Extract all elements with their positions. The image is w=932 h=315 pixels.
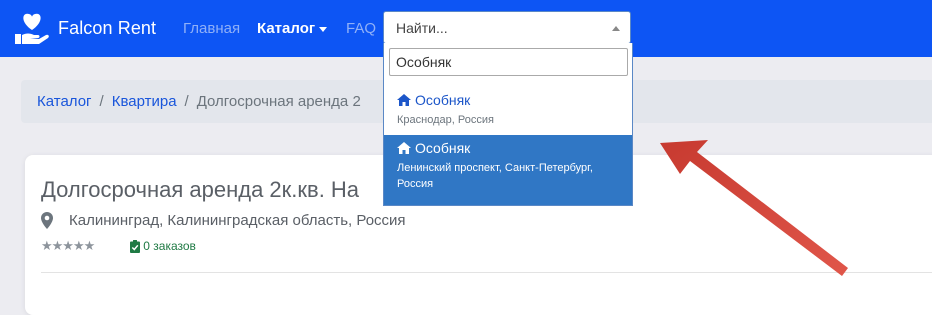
- breadcrumb-item-apartment[interactable]: Квартира: [112, 93, 177, 110]
- home-icon: [397, 94, 411, 106]
- result-title: Особняк: [397, 92, 632, 108]
- brand-name: Falcon Rent: [58, 17, 157, 38]
- result-title: Особняк: [397, 140, 632, 156]
- result-subtitle: Ленинский проспект, Санкт-Петербург, Рос…: [397, 162, 593, 190]
- brand[interactable]: Falcon Rent: [12, 8, 156, 48]
- nav-link-faq[interactable]: FAQ: [346, 20, 376, 37]
- breadcrumb-item-catalog[interactable]: Каталог: [37, 93, 92, 110]
- search-result-item-highlighted[interactable]: Особняк Ленинский проспект, Санкт-Петерб…: [384, 135, 632, 205]
- star-rating: ★★★★★: [41, 238, 95, 253]
- search-select[interactable]: Найти...: [383, 11, 631, 44]
- result-subtitle: Краснодар, Россия: [397, 114, 494, 126]
- search-result-item[interactable]: Особняк Краснодар, Россия: [384, 87, 632, 135]
- breadcrumb-separator: /: [184, 93, 189, 110]
- orders-count: 0 заказов: [130, 239, 196, 253]
- map-pin-icon: [41, 212, 53, 229]
- caret-down-icon: [319, 26, 328, 32]
- nav-link-home[interactable]: Главная: [183, 20, 240, 37]
- result-title-text: Особняк: [415, 140, 471, 156]
- result-title-text: Особняк: [415, 92, 471, 108]
- divider: [41, 272, 932, 273]
- breadcrumb-items: Каталог / Квартира / Долгосрочная аренда 2: [37, 93, 361, 110]
- search-select-value: Найти...: [396, 20, 448, 36]
- search-dropdown: Особняк Краснодар, Россия Особняк Ленинс…: [383, 43, 633, 206]
- home-icon: [397, 142, 411, 154]
- listing-title: Долгосрочная аренда 2к.кв. На: [41, 177, 360, 202]
- heart-hand-icon: [15, 13, 49, 44]
- chevron-up-icon: [612, 26, 620, 31]
- rating-row: ★★★★★ 0 заказов: [41, 238, 196, 254]
- nav-link-catalog[interactable]: Каталог: [257, 20, 328, 37]
- nav-catalog-label: Каталог: [257, 20, 316, 37]
- location-text: Калининград, Калининградская область, Ро…: [69, 212, 406, 229]
- clipboard-check-icon: [130, 239, 141, 253]
- location-row: Калининград, Калининградская область, Ро…: [41, 212, 406, 229]
- breadcrumb-item-current: Долгосрочная аренда 2: [196, 93, 361, 110]
- breadcrumb-separator: /: [99, 93, 104, 110]
- search-input[interactable]: [389, 48, 628, 76]
- orders-text: 0 заказов: [143, 239, 196, 253]
